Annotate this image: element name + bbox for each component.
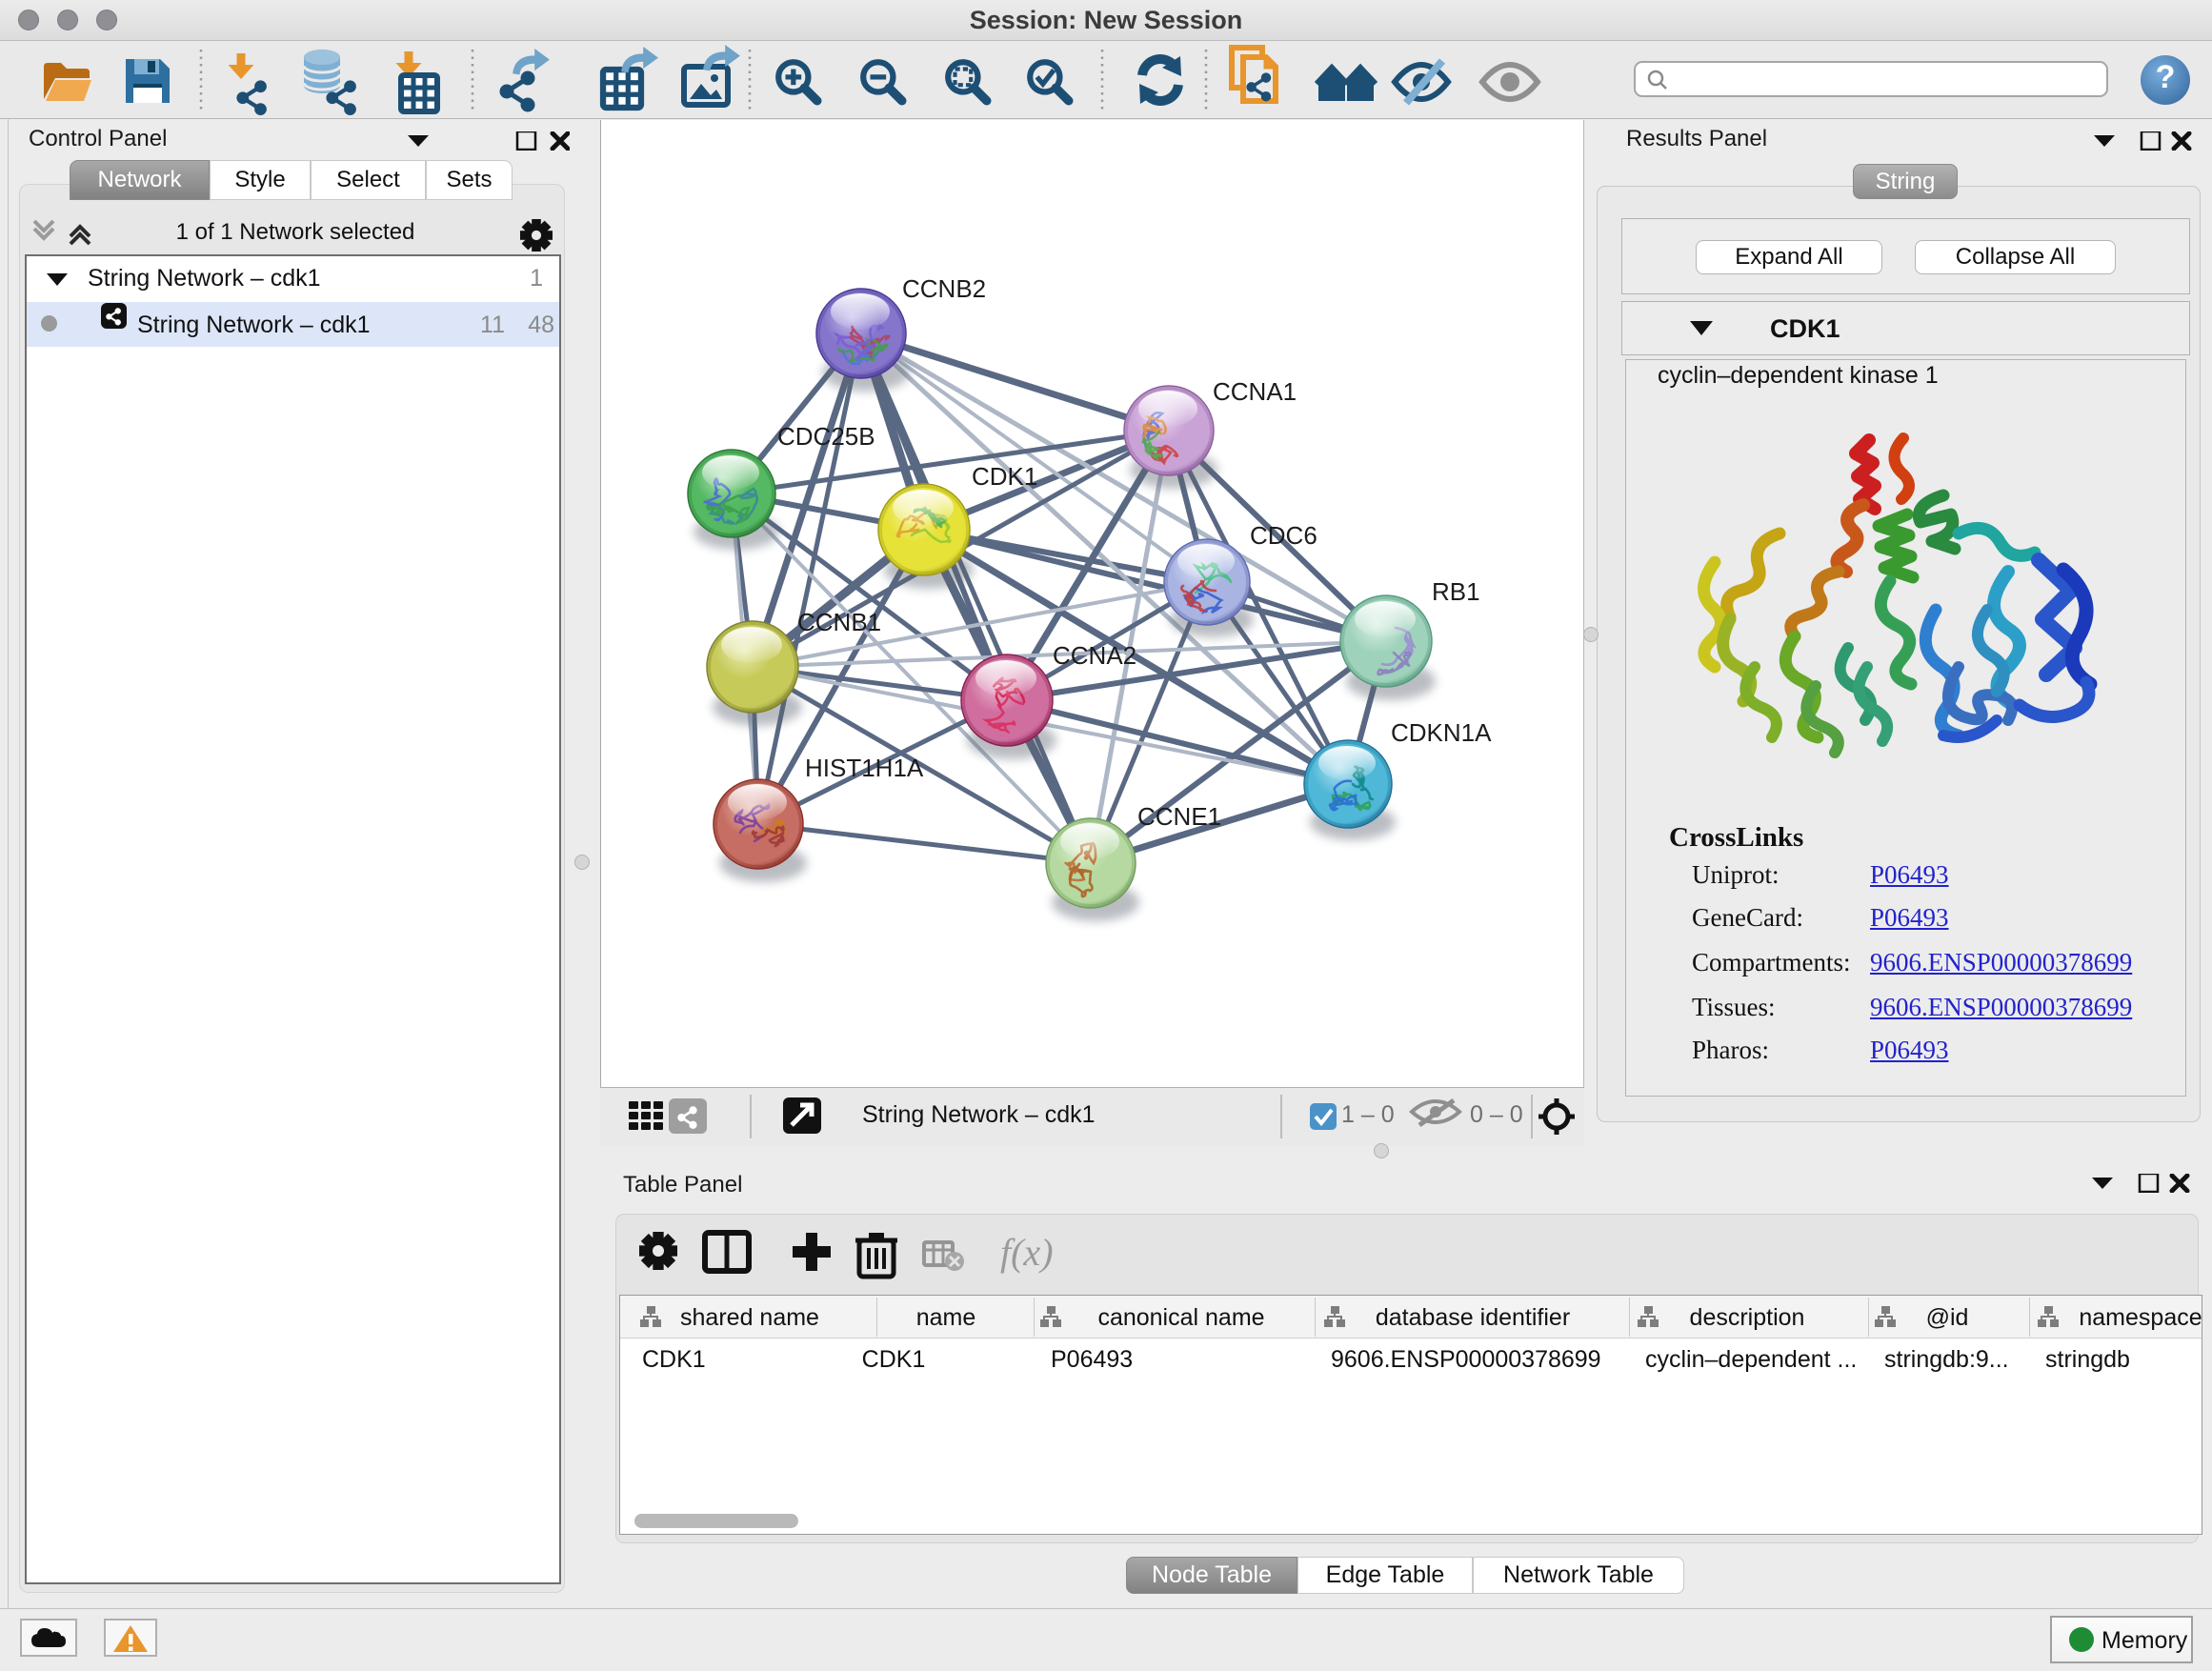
svg-text:CCNE1: CCNE1 [1137,802,1221,831]
svg-text:CDC6: CDC6 [1250,521,1317,550]
svg-text:f(x): f(x) [1000,1231,1054,1274]
svg-text:CCNB2: CCNB2 [902,274,986,303]
svg-text:CCNA2: CCNA2 [1053,641,1136,670]
svg-text:CDK1: CDK1 [972,462,1037,491]
svg-text:RB1: RB1 [1432,577,1480,606]
svg-text:HIST1H1A: HIST1H1A [805,754,924,782]
svg-text:CDKN1A: CDKN1A [1391,718,1492,747]
svg-text:CDC25B: CDC25B [777,422,875,451]
svg-text:CCNB1: CCNB1 [797,608,881,636]
svg-text:CCNA1: CCNA1 [1213,377,1297,406]
